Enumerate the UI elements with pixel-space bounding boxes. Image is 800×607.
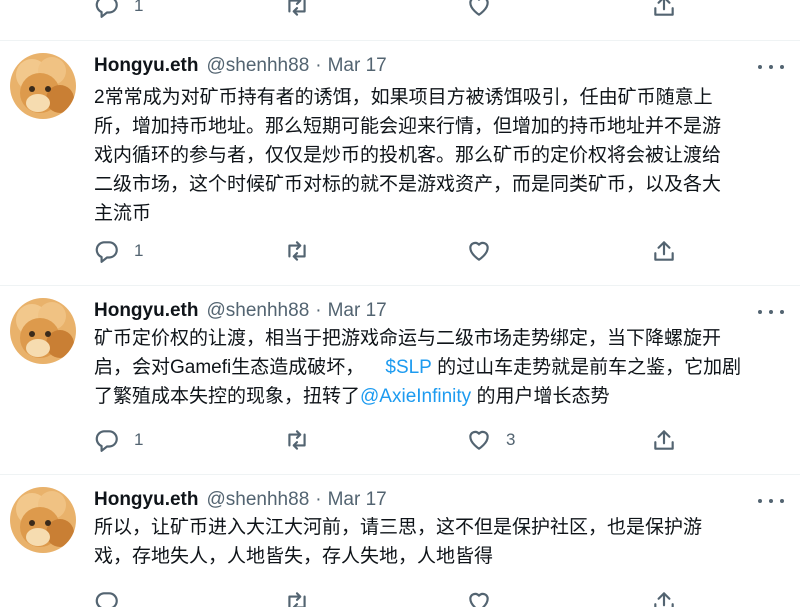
tweet-text-line: 2常常成为对矿币持有者的诱饵，如果项目方被诱饵吸引，任由矿币随意上 <box>94 87 713 108</box>
separator-dot: · <box>315 489 322 510</box>
more-options-icon[interactable] <box>758 302 784 322</box>
previous-tweet-actions: 1 <box>0 0 800 22</box>
alpaca-avatar-icon <box>10 487 76 553</box>
retweet-button[interactable] <box>284 586 310 607</box>
retweet-icon <box>288 592 306 607</box>
reply-count: 1 <box>134 0 144 15</box>
avatar[interactable] <box>10 487 76 553</box>
alpaca-avatar-icon <box>10 53 76 119</box>
tweet-date[interactable]: Mar 17 <box>328 55 387 77</box>
like-button[interactable] <box>466 586 492 607</box>
share-icon <box>654 241 674 261</box>
heart-icon <box>469 241 489 261</box>
retweet-button[interactable] <box>284 0 310 22</box>
separator-dot: · <box>315 55 322 76</box>
tweet-header: Hongyu.eth @shenhh88 · Mar 17 <box>94 485 387 515</box>
reply-button[interactable]: 1 <box>94 424 143 456</box>
share-button[interactable] <box>651 424 677 456</box>
tweet[interactable]: Hongyu.eth @shenhh88 · Mar 17 2常常成为对矿币持有… <box>0 40 800 281</box>
retweet-button[interactable] <box>284 235 310 267</box>
reply-count: 1 <box>134 430 144 449</box>
avatar[interactable] <box>10 298 76 364</box>
tweet-text-segment: 的用户增长态势 <box>476 386 610 407</box>
timeline: 1 Hongyu.eth @shenhh88 · Mar 17 2常常成为对矿币… <box>0 0 800 607</box>
like-button[interactable] <box>466 235 492 267</box>
tweet-date[interactable]: Mar 17 <box>328 489 387 511</box>
retweet-button[interactable] <box>284 424 310 456</box>
tweet-header: Hongyu.eth @shenhh88 · Mar 17 <box>94 51 387 81</box>
tweet-text: 2常常成为对矿币持有者的诱饵，如果项目方被诱饵吸引，任由矿币随意上 所，增加持币… <box>94 83 784 228</box>
retweet-icon <box>288 0 306 16</box>
tweet-text-segment: 的过山车走势就是前车之鉴，它加剧 <box>437 357 742 378</box>
user-handle[interactable]: @shenhh88 <box>207 55 310 77</box>
display-name[interactable]: Hongyu.eth <box>94 55 199 77</box>
tweet-text-line: 戏内循环的参与者，仅仅是炒币的投机客。那么矿币的定价权将会被让渡给 <box>94 145 722 166</box>
like-button[interactable]: 3 <box>466 424 515 456</box>
tweet[interactable]: Hongyu.eth @shenhh88 · Mar 17 所以，让矿币进入大江… <box>0 474 800 607</box>
reply-button[interactable]: 1 <box>94 235 143 267</box>
avatar[interactable] <box>10 53 76 119</box>
like-count: 3 <box>506 430 516 449</box>
reply-icon <box>95 0 118 18</box>
reply-button[interactable]: 1 <box>94 0 143 22</box>
heart-icon <box>469 0 489 16</box>
tweet-actions: 1 <box>0 235 800 267</box>
reply-icon <box>95 241 118 263</box>
tweet-text-line: 二级市场，这个时候矿币对标的就不是游戏资产，而是同类矿币，以及各大 <box>94 174 722 195</box>
heart-icon <box>469 592 489 607</box>
tweet-text-line: 戏，存地失人，人地皆失，存人失地，人地皆得 <box>94 546 494 567</box>
tweet-actions: 1 3 <box>0 424 800 456</box>
tweet-text-line: 矿币定价权的让渡，相当于把游戏命运与二级市场走势绑定，当下降螺旋开 <box>94 328 722 349</box>
tweet-text-segment: 了繁殖成本失控的现象，扭转了 <box>94 386 361 407</box>
share-icon <box>654 430 674 450</box>
share-button[interactable] <box>651 235 677 267</box>
alpaca-avatar-icon <box>10 298 76 364</box>
tweet-text-segment: 启，会对Gamefi生态造成破坏， <box>94 357 365 378</box>
tweet-text-line: 所以，让矿币进入大江大河前，请三思，这不但是保护社区，也是保护游 <box>94 517 703 538</box>
tweet-text: 所以，让矿币进入大江大河前，请三思，这不但是保护社区，也是保护游 戏，存地失人，… <box>94 513 784 571</box>
tweet[interactable]: Hongyu.eth @shenhh88 · Mar 17 矿币定价权的让渡，相… <box>0 285 800 476</box>
tweet-text-line: 主流币 <box>94 203 152 224</box>
share-button[interactable] <box>651 586 677 607</box>
tweet-date[interactable]: Mar 17 <box>328 300 387 322</box>
reply-icon <box>95 430 118 452</box>
reply-button[interactable] <box>94 586 120 607</box>
display-name[interactable]: Hongyu.eth <box>94 300 199 322</box>
retweet-icon <box>288 430 306 450</box>
cashtag-link[interactable]: $SLP <box>385 357 431 378</box>
tweet-text-line: 了繁殖成本失控的现象，扭转了@AxieInfinity 的用户增长态势 <box>94 382 784 411</box>
tweet-actions <box>0 586 800 607</box>
display-name[interactable]: Hongyu.eth <box>94 489 199 511</box>
tweet-text-line: 所，增加持币地址。那么短期可能会迎来行情，但增加的持币地址并不是游 <box>94 116 722 137</box>
separator-dot: · <box>315 300 322 321</box>
user-handle[interactable]: @shenhh88 <box>207 489 310 511</box>
retweet-icon <box>288 241 306 261</box>
tweet-header: Hongyu.eth @shenhh88 · Mar 17 <box>94 296 387 326</box>
user-handle[interactable]: @shenhh88 <box>207 300 310 322</box>
more-options-icon[interactable] <box>758 57 784 77</box>
reply-count: 1 <box>134 241 144 260</box>
share-button[interactable] <box>651 0 677 22</box>
share-icon <box>654 592 674 607</box>
share-icon <box>654 0 674 16</box>
heart-icon <box>469 430 489 450</box>
more-options-icon[interactable] <box>758 491 784 511</box>
like-button[interactable] <box>466 0 492 22</box>
mention-link[interactable]: @AxieInfinity <box>360 386 471 407</box>
reply-icon <box>95 592 118 607</box>
tweet-text: 矿币定价权的让渡，相当于把游戏命运与二级市场走势绑定，当下降螺旋开 启，会对Ga… <box>94 324 784 411</box>
tweet-text-line: 启，会对Gamefi生态造成破坏， $SLP 的过山车走势就是前车之鉴，它加剧 <box>94 353 784 382</box>
